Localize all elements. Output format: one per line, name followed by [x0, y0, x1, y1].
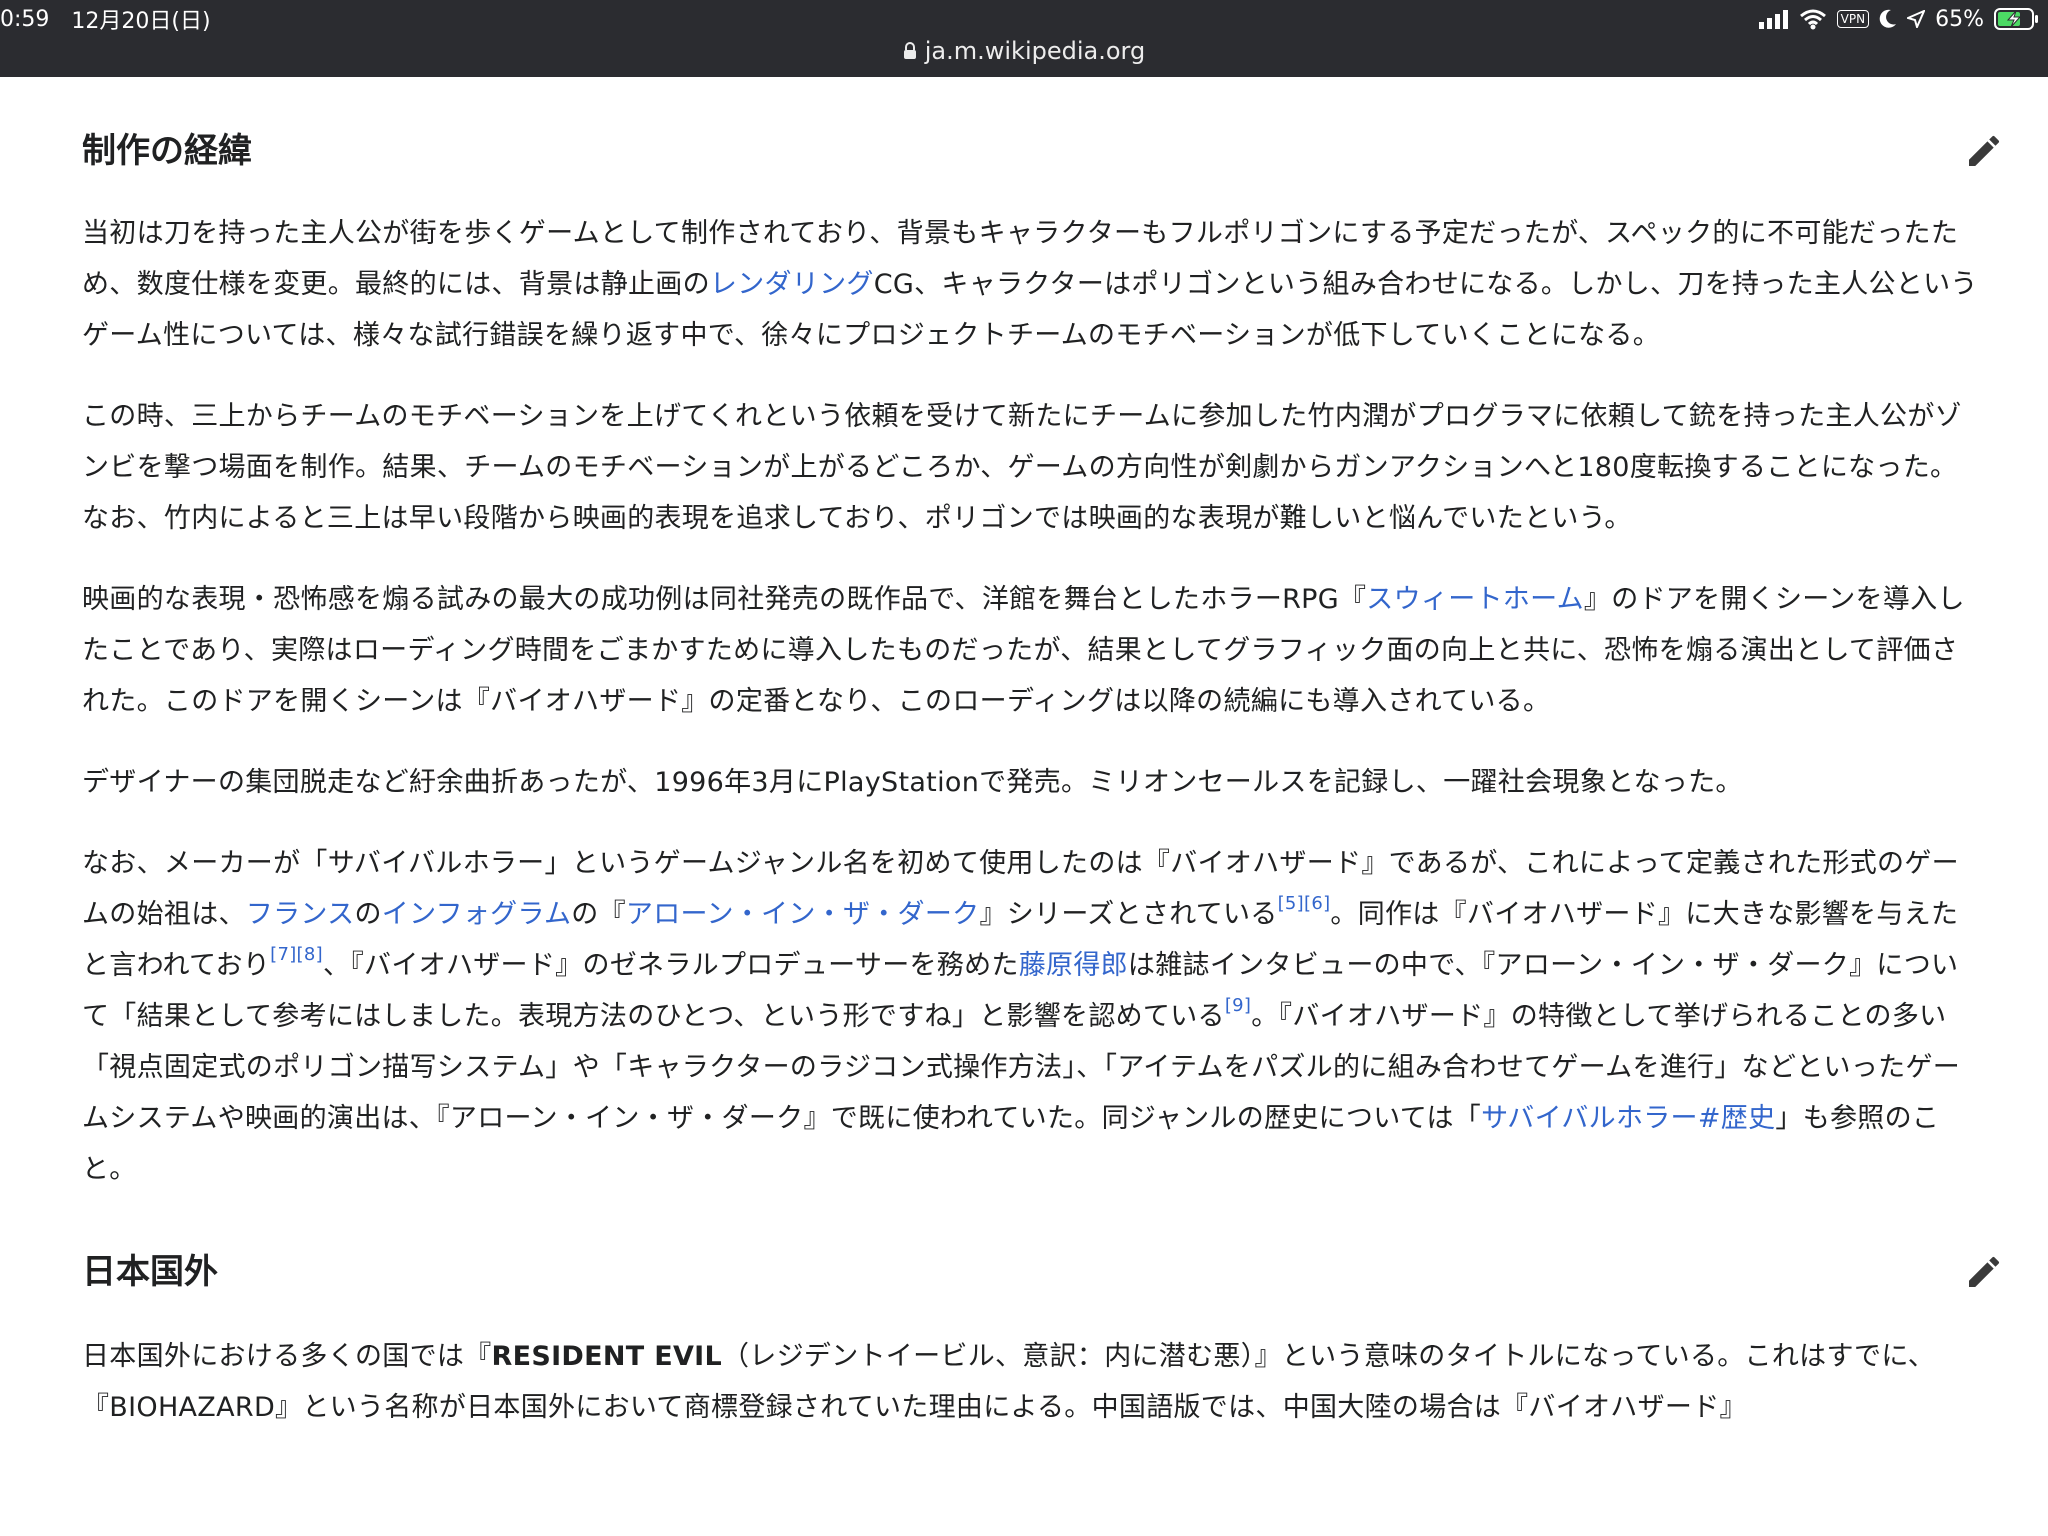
status-date: 12月20日(日)	[71, 9, 211, 34]
link-fujiwara-tokuro[interactable]: 藤原得郎	[1019, 950, 1128, 981]
paragraph: 日本国外における多くの国では『RESIDENT EVIL（レジデントイービル、意…	[82, 1331, 1982, 1433]
section-heading-text: 日本国外	[82, 1252, 218, 1292]
moon-icon	[1879, 9, 1897, 28]
section-heading-overseas: 日本国外	[82, 1247, 2000, 1297]
status-time: 0:59	[0, 6, 50, 32]
paragraph: デザイナーの集団脱走など紆余曲折あったが、1996年3月にPlayStation…	[82, 757, 1982, 808]
status-right: VPN 65%	[1758, 4, 2040, 34]
link-rendering[interactable]: レンダリング	[710, 269, 874, 300]
text-run: の『	[571, 899, 626, 930]
text-run: の	[354, 899, 382, 930]
link-infogrames[interactable]: インフォグラム	[382, 899, 571, 930]
battery-percent: 65%	[1935, 6, 1984, 32]
text-run: 』シリーズとされている	[979, 899, 1278, 930]
lock-icon	[903, 42, 916, 59]
reference-9[interactable]: [9]	[1225, 995, 1251, 1016]
section-heading-text: 制作の経緯	[82, 131, 252, 171]
link-france[interactable]: フランス	[246, 899, 355, 930]
paragraph: この時、三上からチームのモチベーションを上げてくれという依頼を受けて新たにチーム…	[82, 391, 1982, 544]
text-run: 、『バイオハザード』のゼネラルプロデューサーを務めた	[322, 950, 1019, 981]
status-bar: 0:59 12月20日(日) VPN 65% ja.m.wikipedia.or…	[0, 0, 2048, 77]
wifi-icon	[1799, 9, 1826, 30]
vpn-badge: VPN	[1836, 10, 1870, 28]
text-run: 日本国外における多くの国では『	[82, 1341, 492, 1372]
paragraph: 映画的な表現・恐怖感を煽る試みの最大の成功例は同社発売の既作品で、洋館を舞台とし…	[82, 574, 1982, 727]
text-run: デザイナーの集団脱走など紆余曲折あったが、1996年3月にPlayStation…	[82, 767, 1743, 798]
paragraph: なお、メーカーが「サバイバルホラー」というゲームジャンル名を初めて使用したのは『…	[82, 838, 1982, 1195]
link-sweet-home[interactable]: スウィートホーム	[1366, 584, 1584, 615]
location-arrow-icon	[1907, 10, 1926, 28]
reference-7[interactable]: [7]	[270, 944, 296, 965]
section-heading-production: 制作の経緯	[82, 126, 2000, 176]
pencil-edit-icon[interactable]	[1964, 131, 2004, 171]
battery-charging-icon	[1994, 8, 2038, 30]
address-bar[interactable]: ja.m.wikipedia.org	[0, 34, 2048, 68]
pencil-edit-icon[interactable]	[1964, 1252, 2004, 1292]
status-left: 0:59 12月20日(日)	[0, 4, 211, 35]
paragraph: 当初は刀を持った主人公が街を歩くゲームとして制作されており、背景もキャラクターも…	[82, 208, 1982, 361]
cellular-signal-icon	[1758, 10, 1788, 29]
reference-5[interactable]: [5]	[1278, 893, 1304, 914]
bold-title-resident-evil: RESIDENT EVIL	[491, 1341, 722, 1372]
article-content: 制作の経緯 当初は刀を持った主人公が街を歩くゲームとして制作されており、背景もキ…	[82, 77, 2000, 1433]
text-run: 映画的な表現・恐怖感を煽る試みの最大の成功例は同社発売の既作品で、洋館を舞台とし…	[82, 584, 1367, 615]
url-text: ja.m.wikipedia.org	[924, 37, 1146, 65]
reference-8[interactable]: [8]	[297, 944, 323, 965]
text-run: この時、三上からチームのモチベーションを上げてくれという依頼を受けて新たにチーム…	[82, 401, 1962, 534]
link-survival-horror-history[interactable]: サバイバルホラー#歴史	[1481, 1103, 1775, 1134]
reference-6[interactable]: [6]	[1304, 893, 1330, 914]
link-alone-in-the-dark[interactable]: アローン・イン・ザ・ダーク	[626, 899, 980, 930]
